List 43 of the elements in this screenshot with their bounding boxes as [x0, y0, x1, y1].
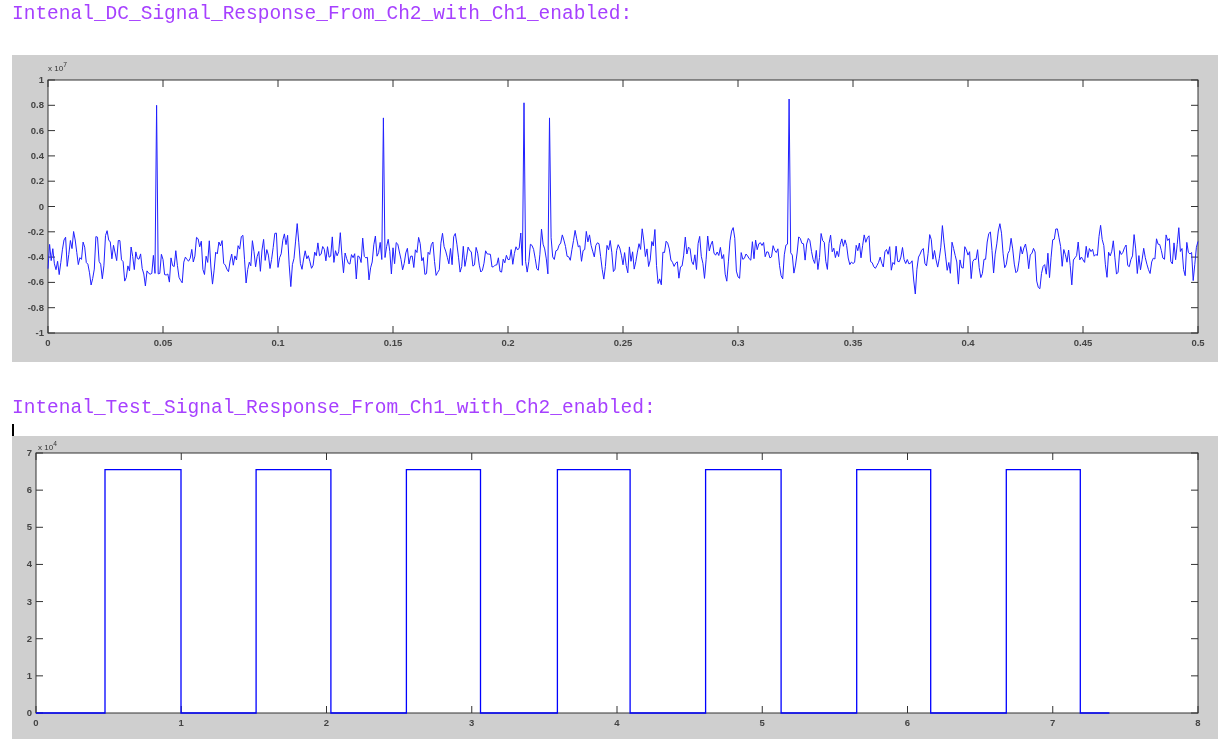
tick-label: 6	[26, 484, 32, 496]
tick-label: 5	[759, 717, 765, 728]
tick-label: -0.2	[27, 225, 44, 237]
tick-label: 0.45	[1073, 337, 1093, 348]
axis-multiplier: x 10$^{7}$	[48, 60, 67, 74]
tick-label: 0.3	[731, 337, 745, 348]
tick-label: 1	[38, 74, 44, 85]
tick-label: -1	[35, 327, 44, 338]
tick-label: -0.6	[27, 276, 44, 288]
tick-label: 0.4	[30, 149, 44, 161]
tick-label: 3	[469, 717, 475, 728]
section-heading: Intenal_DC_Signal_Response_From_Ch2_with_Ch1_enabled:	[12, 2, 633, 26]
tick-label: 4	[26, 558, 32, 570]
tick-label: 1	[178, 717, 184, 728]
tick-label: 0.2	[30, 175, 44, 187]
tick-label: 0	[45, 337, 51, 348]
tick-label: 0.4	[961, 337, 975, 348]
tick-label: 0.6	[30, 124, 44, 136]
tick-label: 0.25	[613, 337, 633, 348]
tick-label: 0.15	[383, 337, 403, 348]
section-heading: Intenal_Test_Signal_Response_From_Ch1_with_Ch2_enabled:	[12, 396, 656, 420]
tick-label: 0.35	[843, 337, 863, 348]
tick-label: 0.8	[30, 99, 44, 111]
tick-label: 0	[33, 717, 39, 728]
tick-label: 8	[1195, 717, 1201, 728]
tick-label: 1	[26, 669, 32, 681]
tick-label: 6	[904, 717, 911, 728]
tick-label: 0.2	[501, 337, 515, 348]
tick-label: -0.8	[27, 301, 44, 313]
tick-label: 0.05	[153, 337, 173, 348]
tick-label: 4	[614, 717, 620, 728]
tick-label: -0.4	[27, 251, 44, 263]
tick-label: 3	[26, 595, 32, 607]
tick-label: 2	[26, 632, 32, 644]
axis-multiplier: x 10$^{4}$	[38, 439, 57, 453]
tick-label: 0.5	[1191, 337, 1205, 348]
tick-label: 7	[26, 447, 32, 458]
tick-label: 0.1	[271, 337, 285, 348]
tick-label: 7	[1050, 717, 1056, 728]
tick-label: 5	[26, 521, 32, 533]
tick-label: 0	[38, 200, 44, 212]
tick-label: 0	[26, 707, 32, 718]
tick-label: 2	[323, 717, 330, 728]
